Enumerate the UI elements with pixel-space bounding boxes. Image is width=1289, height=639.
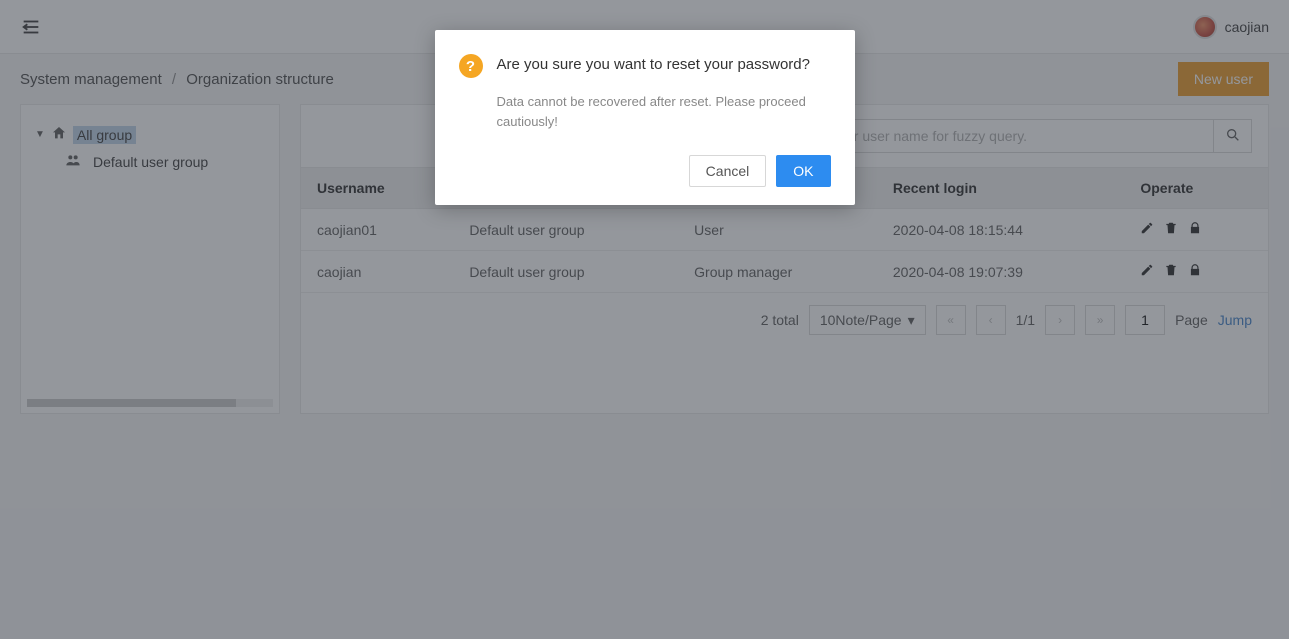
question-icon: ? [459,54,483,78]
confirm-dialog: ? Are you sure you want to reset your pa… [435,30,855,205]
ok-button[interactable]: OK [776,155,830,187]
dialog-title: Are you sure you want to reset your pass… [497,54,811,75]
dialog-body: Data cannot be recovered after reset. Pl… [497,92,831,131]
modal-overlay[interactable]: ? Are you sure you want to reset your pa… [0,0,1289,639]
cancel-button[interactable]: Cancel [689,155,767,187]
